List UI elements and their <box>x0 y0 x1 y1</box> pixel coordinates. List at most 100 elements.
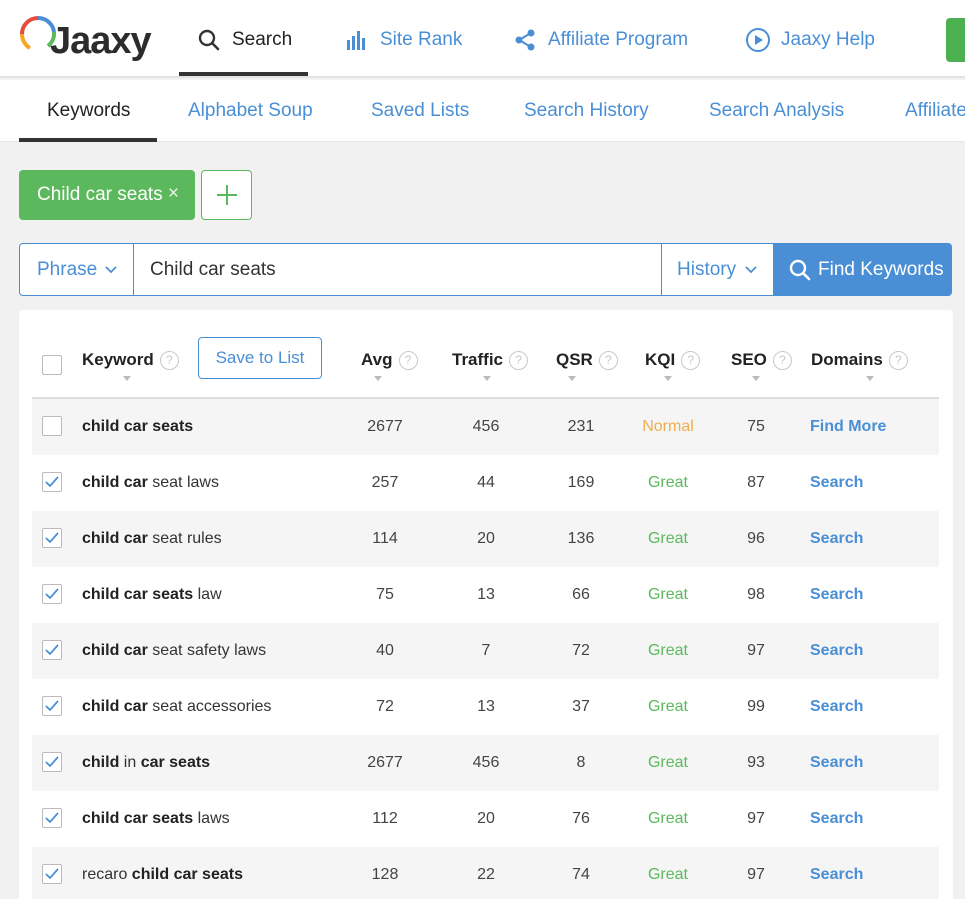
nav-site-rank[interactable]: Site Rank <box>344 22 462 58</box>
check-icon <box>45 756 59 768</box>
help-icon[interactable]: ? <box>509 350 529 370</box>
domain-search-link[interactable]: Search <box>810 679 863 735</box>
account-button[interactable] <box>946 18 965 62</box>
help-icon[interactable]: ? <box>681 350 701 370</box>
sort-icon[interactable] <box>374 376 382 381</box>
chevron-down-icon <box>105 266 117 274</box>
keyword-cell: recaro child car seats <box>82 847 243 899</box>
avg-cell: 128 <box>371 866 399 883</box>
find-keywords-button[interactable]: Find Keywords <box>773 243 952 296</box>
keyword-tabs: Keywords Alphabet Soup Saved Lists Searc… <box>0 80 965 142</box>
search-icon <box>196 27 222 53</box>
row-checkbox[interactable] <box>42 808 62 828</box>
close-icon[interactable]: × <box>168 183 179 205</box>
keyword-text: law <box>193 586 222 603</box>
check-icon <box>45 476 59 488</box>
domain-search-link[interactable]: Search <box>810 847 863 899</box>
tab-affiliate[interactable]: Affiliate <box>905 80 965 142</box>
save-to-list-button[interactable]: Save to List <box>198 337 322 379</box>
keyword-search-input[interactable] <box>135 244 661 295</box>
check-icon <box>45 644 59 656</box>
table-row: child car seat accessories 72 13 37 Great 99 S… <box>32 679 939 735</box>
avg-cell: 72 <box>376 698 394 715</box>
qsr-cell: 76 <box>572 810 590 827</box>
domain-search-link[interactable]: Search <box>810 511 863 567</box>
nav-site-rank-label: Site Rank <box>380 29 463 50</box>
help-icon[interactable]: ? <box>159 350 179 370</box>
kqi-cell: Great <box>647 754 688 771</box>
keyword-cell: child in car seats <box>82 735 210 791</box>
traffic-cell: 13 <box>477 586 495 603</box>
domain-search-link[interactable]: Search <box>810 791 863 847</box>
row-checkbox[interactable] <box>42 696 62 716</box>
sort-icon[interactable] <box>752 376 760 381</box>
column-avg[interactable]: Avg? <box>361 350 418 370</box>
column-keyword[interactable]: Keyword? <box>82 350 179 370</box>
keyword-cell: child car seat laws <box>82 455 219 511</box>
search-tag[interactable]: Child car seats × <box>19 170 195 220</box>
row-checkbox[interactable] <box>42 416 62 436</box>
column-qsr[interactable]: QSR? <box>556 350 618 370</box>
tab-keywords[interactable]: Keywords <box>47 80 130 142</box>
column-domains[interactable]: Domains? <box>811 350 908 370</box>
select-all-checkbox[interactable] <box>42 355 62 375</box>
column-seo[interactable]: SEO? <box>731 350 792 370</box>
column-traffic[interactable]: Traffic? <box>452 350 529 370</box>
row-checkbox[interactable] <box>42 584 62 604</box>
sort-icon[interactable] <box>866 376 874 381</box>
avg-cell: 257 <box>371 474 399 491</box>
nav-affiliate-program[interactable]: Affiliate Program <box>512 22 688 58</box>
sort-icon[interactable] <box>568 376 576 381</box>
check-icon <box>45 588 59 600</box>
keyword-cell: child car seat safety laws <box>82 623 266 679</box>
add-tag-button[interactable] <box>201 170 252 220</box>
row-checkbox[interactable] <box>42 864 62 884</box>
row-checkbox[interactable] <box>42 640 62 660</box>
logo-text: Jaaxy <box>50 20 152 62</box>
tab-search-history[interactable]: Search History <box>524 80 649 142</box>
help-icon[interactable]: ? <box>888 350 908 370</box>
nav-jaaxy-help[interactable]: Jaaxy Help <box>745 22 875 58</box>
nav-affiliate-program-label: Affiliate Program <box>548 29 689 50</box>
help-icon[interactable]: ? <box>772 350 792 370</box>
check-icon <box>45 868 59 880</box>
sort-icon[interactable] <box>664 376 672 381</box>
keyword-text: child car <box>82 474 148 491</box>
row-checkbox[interactable] <box>42 752 62 772</box>
qsr-cell: 8 <box>576 754 586 771</box>
phrase-dropdown[interactable]: Phrase <box>20 244 134 295</box>
kqi-cell: Great <box>647 866 688 883</box>
keyword-cell: child car seat rules <box>82 511 222 567</box>
check-icon <box>45 532 59 544</box>
domain-search-link[interactable]: Search <box>810 567 863 623</box>
seo-cell: 97 <box>747 866 765 883</box>
seo-cell: 75 <box>747 418 765 435</box>
jaaxy-logo[interactable]: Jaaxy <box>18 14 152 64</box>
table-row: child car seat safety laws 40 7 72 Great 97 Se… <box>32 623 939 679</box>
avg-cell: 2677 <box>367 754 403 771</box>
nav-search-label: Search <box>232 29 293 50</box>
row-checkbox[interactable] <box>42 472 62 492</box>
column-kqi[interactable]: KQI? <box>645 350 701 370</box>
traffic-cell: 7 <box>481 642 491 659</box>
kqi-cell: Normal <box>642 418 694 435</box>
help-icon[interactable]: ? <box>598 350 618 370</box>
tab-search-analysis[interactable]: Search Analysis <box>709 80 844 142</box>
sort-icon[interactable] <box>123 376 131 381</box>
play-circle-icon <box>745 27 771 53</box>
tab-active-underline <box>19 138 157 142</box>
nav-search[interactable]: Search <box>196 22 292 58</box>
kqi-cell: Great <box>647 586 688 603</box>
domain-search-link[interactable]: Search <box>810 455 863 511</box>
find-more-link[interactable]: Find More <box>810 399 886 455</box>
history-dropdown[interactable]: History <box>661 244 773 295</box>
domain-search-link[interactable]: Search <box>810 623 863 679</box>
table-row: child car seats law 75 13 66 Great 98 Search <box>32 567 939 623</box>
tab-saved-lists[interactable]: Saved Lists <box>371 80 469 142</box>
sort-icon[interactable] <box>483 376 491 381</box>
row-checkbox[interactable] <box>42 528 62 548</box>
help-icon[interactable]: ? <box>398 350 418 370</box>
tab-alphabet-soup[interactable]: Alphabet Soup <box>188 80 313 142</box>
traffic-cell: 22 <box>477 866 495 883</box>
domain-search-link[interactable]: Search <box>810 735 863 791</box>
